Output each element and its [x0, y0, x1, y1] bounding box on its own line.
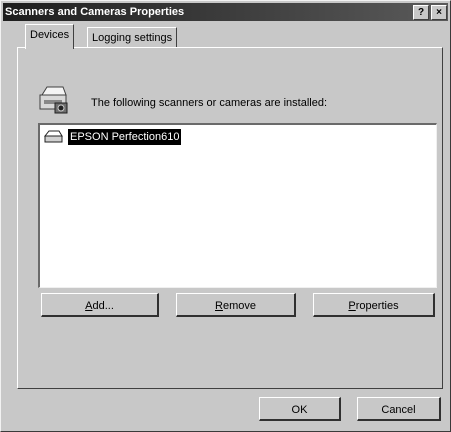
title-bar[interactable]: Scanners and Cameras Properties ? × — [3, 3, 448, 21]
help-icon: ? — [417, 7, 425, 18]
tab-devices[interactable]: Devices — [25, 24, 75, 49]
cancel-button[interactable]: Cancel — [357, 397, 441, 421]
device-name: EPSON Perfection610 — [68, 129, 182, 145]
scanner-device-icon — [43, 130, 64, 147]
properties-button[interactable]: Properties — [313, 293, 435, 317]
scanner-icon — [39, 83, 71, 118]
properties-button-mnemonic: P — [348, 300, 356, 312]
tab-logging-settings-label: Logging settings — [92, 32, 173, 44]
dialog-window: Scanners and Cameras Properties ? × Devi… — [0, 0, 451, 432]
close-button[interactable]: × — [431, 5, 447, 20]
ok-button[interactable]: OK — [259, 397, 341, 421]
properties-button-label: roperties — [355, 300, 399, 312]
tab-logging-settings[interactable]: Logging settings — [87, 27, 178, 48]
remove-button-label: emove — [222, 300, 256, 312]
remove-button[interactable]: Remove — [176, 293, 296, 317]
add-button[interactable]: Add... — [41, 293, 159, 317]
ok-button-label: OK — [291, 404, 308, 416]
device-list[interactable]: EPSON Perfection610 — [38, 123, 437, 288]
cancel-button-label: Cancel — [381, 404, 416, 416]
help-button[interactable]: ? — [413, 5, 429, 20]
close-icon: × — [436, 7, 442, 18]
remove-button-mnemonic: R — [215, 300, 223, 312]
tab-devices-label: Devices — [30, 29, 70, 41]
add-button-label: dd... — [92, 300, 114, 312]
devices-header-text: The following scanners or cameras are in… — [91, 97, 328, 109]
window-title: Scanners and Cameras Properties — [5, 6, 185, 18]
